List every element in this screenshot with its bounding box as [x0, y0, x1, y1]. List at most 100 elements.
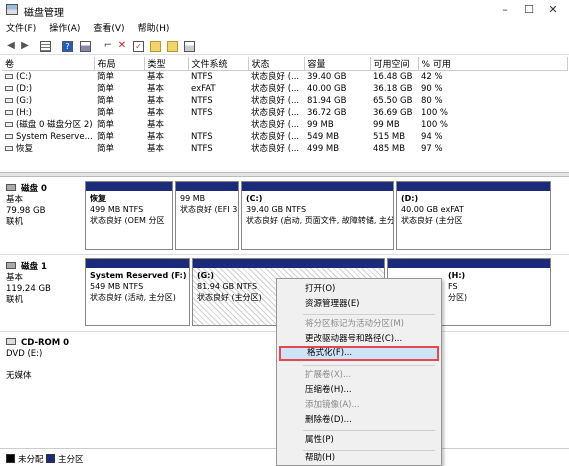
- layout-cell: 简单: [97, 144, 115, 154]
- menu-separator: [303, 314, 435, 315]
- help-icon[interactable]: ?: [62, 41, 73, 52]
- table-row[interactable]: System Reserve... 简单 基本 NTFS 状态良好 (... 5…: [2, 131, 567, 143]
- free-space-cell: 65.50 GB: [373, 96, 413, 106]
- col-header-percent-free[interactable]: % 可用: [418, 57, 568, 71]
- row-divider: [0, 254, 569, 255]
- menu-item-properties[interactable]: 属性(P): [279, 433, 439, 448]
- col-header-filesystem[interactable]: 文件系统: [188, 57, 249, 71]
- folder-icon[interactable]: [150, 41, 161, 52]
- table-row[interactable]: (H:) 简单 基本 NTFS 状态良好 (... 36.72 GB 36.69…: [2, 107, 567, 119]
- partition-efi[interactable]: 99 MB 状态良好 (EFI 3: [175, 181, 239, 250]
- menu-item-format[interactable]: 格式化(F)...: [279, 346, 439, 361]
- context-menu: 打开(O) 资源管理器(E) 将分区标记为活动分区(M) 更改驱动器号和路径(C…: [276, 278, 442, 466]
- capacity-cell: 499 MB: [307, 144, 340, 154]
- partition-recovery[interactable]: 恢复 499 MB NTFS 状态良好 (OEM 分区: [85, 181, 173, 250]
- menu-file[interactable]: 文件(F): [6, 21, 36, 37]
- table-row[interactable]: 恢复 简单 基本 NTFS 状态良好 (... 499 MB 485 MB 97…: [2, 143, 567, 155]
- drive-icon: [5, 134, 13, 139]
- menu-item-extend-volume[interactable]: 扩展卷(X)...: [279, 368, 439, 383]
- volume-cell: (磁盘 0 磁盘分区 2): [2, 119, 94, 131]
- menu-item-explorer[interactable]: 资源管理器(E): [279, 297, 439, 312]
- disk-icon: [6, 184, 16, 191]
- menu-item-shrink-volume[interactable]: 压缩卷(H)...: [279, 383, 439, 398]
- layout-cell: 简单: [97, 108, 115, 118]
- free-space-cell: 515 MB: [373, 132, 406, 142]
- menu-bar: 文件(F) 操作(A) 查看(V) 帮助(H): [0, 21, 569, 37]
- percent-free-cell: 97 %: [421, 144, 443, 154]
- delete-icon[interactable]: ✕: [116, 40, 128, 52]
- table-row[interactable]: (C:) 简单 基本 NTFS 状态良好 (... 39.40 GB 16.48…: [2, 71, 567, 84]
- partition-f[interactable]: System Reserved (F:) 549 MB NTFS 状态良好 (活…: [85, 258, 190, 326]
- cdrom-status: 无媒体: [6, 371, 32, 381]
- partition-c[interactable]: (C:) 39.40 GB NTFS 状态良好 (启动, 页面文件, 故障转储,…: [241, 181, 394, 250]
- table-row[interactable]: (磁盘 0 磁盘分区 2) 简单 基本 状态良好 (... 99 MB 99 M…: [2, 119, 567, 131]
- back-icon[interactable]: ◀: [6, 40, 16, 52]
- type-cell: 基本: [147, 144, 165, 154]
- free-space-cell: 36.69 GB: [373, 108, 413, 118]
- type-cell: 基本: [147, 72, 165, 82]
- disk-status: 联机: [6, 295, 24, 305]
- volume-cell: (D:): [2, 83, 94, 95]
- layout-cell: 简单: [97, 96, 115, 106]
- filesystem-cell: NTFS: [191, 144, 213, 154]
- view-icon[interactable]: [184, 41, 195, 52]
- menu-item-help[interactable]: 帮助(H): [279, 451, 439, 466]
- menu-action[interactable]: 操作(A): [49, 21, 80, 37]
- col-header-capacity[interactable]: 容量: [304, 57, 371, 71]
- filesystem-cell: NTFS: [191, 72, 213, 82]
- menu-item-mark-active[interactable]: 将分区标记为活动分区(M): [279, 317, 439, 332]
- menu-help[interactable]: 帮助(H): [138, 21, 170, 37]
- menu-view[interactable]: 查看(V): [93, 21, 124, 37]
- status-cell: 状态良好 (...: [251, 144, 300, 154]
- col-header-free-space[interactable]: 可用空间: [370, 57, 419, 71]
- table-row[interactable]: (D:) 简单 基本 exFAT 状态良好 (... 40.00 GB 36.1…: [2, 83, 567, 95]
- disk-1-label[interactable]: 磁盘 1 基本 119.24 GB 联机: [6, 262, 82, 306]
- filesystem-cell: exFAT: [191, 84, 216, 94]
- disk-management-icon: [6, 4, 18, 15]
- check-icon[interactable]: ✓: [133, 41, 144, 52]
- menu-separator: [303, 365, 435, 366]
- type-cell: 基本: [147, 120, 165, 130]
- status-cell: 状态良好 (...: [251, 132, 300, 142]
- menu-separator: [303, 430, 435, 431]
- status-cell: 状态良好 (...: [251, 96, 300, 106]
- type-cell: 基本: [147, 96, 165, 106]
- capacity-cell: 99 MB: [307, 120, 334, 130]
- menu-item-delete-volume[interactable]: 删除卷(D)...: [279, 413, 439, 428]
- pane-splitter[interactable]: [0, 172, 569, 177]
- minimize-button[interactable]: –: [496, 2, 514, 18]
- col-header-status[interactable]: 状态: [248, 57, 305, 71]
- free-space-cell: 36.18 GB: [373, 84, 413, 94]
- volume-cell: (C:): [2, 71, 94, 84]
- menu-item-add-mirror[interactable]: 添加镜像(A)...: [279, 398, 439, 413]
- menu-item-open[interactable]: 打开(O): [279, 282, 439, 297]
- cdrom-0-label[interactable]: CD-ROM 0 DVD (E:) 无媒体: [6, 338, 82, 382]
- filesystem-cell: [188, 119, 248, 131]
- disk-0-label[interactable]: 磁盘 0 基本 79.98 GB 联机: [6, 184, 82, 228]
- cdrom-size: [6, 360, 82, 371]
- layout-cell: 简单: [97, 132, 115, 142]
- properties-icon[interactable]: [80, 41, 91, 52]
- forward-icon[interactable]: ▶: [20, 40, 30, 52]
- col-header-volume[interactable]: 卷: [2, 57, 95, 71]
- title-bar: 磁盘管理 – ☐ ✕: [0, 0, 569, 20]
- maximize-button[interactable]: ☐: [520, 2, 538, 18]
- table-header-row: 卷 布局 类型 文件系统 状态 容量 可用空间 % 可用: [2, 57, 568, 71]
- partition-d[interactable]: (D:) 40.00 GB exFAT 状态良好 (主分区: [396, 181, 551, 250]
- table-row[interactable]: (G:) 简单 基本 NTFS 状态良好 (... 81.94 GB 65.50…: [2, 95, 567, 107]
- search-icon[interactable]: [167, 41, 178, 52]
- toolbar: ◀ ▶ ? ⌐ ✕ ✓: [0, 37, 569, 55]
- drive-icon: [5, 146, 13, 151]
- list-icon[interactable]: [40, 41, 51, 52]
- col-header-layout[interactable]: 布局: [94, 57, 145, 71]
- drive-icon: [5, 110, 13, 115]
- capacity-cell: 36.72 GB: [307, 108, 347, 118]
- connect-icon[interactable]: ⌐: [102, 40, 114, 52]
- percent-free-cell: 100 %: [421, 108, 449, 118]
- col-header-type[interactable]: 类型: [144, 57, 189, 71]
- window-title: 磁盘管理: [24, 8, 64, 19]
- type-cell: 基本: [147, 84, 165, 94]
- volume-cell: (G:): [2, 95, 94, 107]
- close-button[interactable]: ✕: [544, 2, 562, 18]
- menu-item-change-drive-letter[interactable]: 更改驱动器号和路径(C)...: [279, 332, 439, 347]
